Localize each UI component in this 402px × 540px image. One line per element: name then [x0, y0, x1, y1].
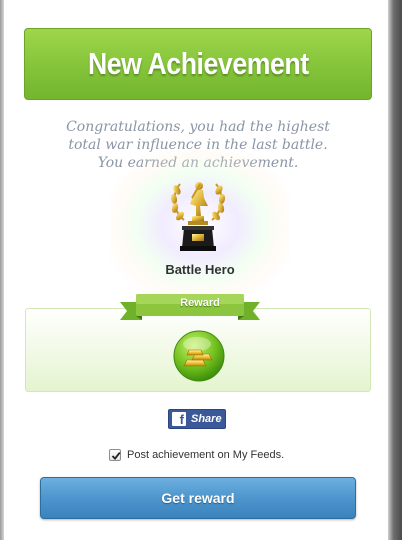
post-feed-label: Post achievement on My Feeds.	[127, 449, 285, 461]
title-banner: New Achievement	[24, 28, 372, 100]
gold-bars-icon	[173, 330, 225, 382]
achievement-name: Battle Hero	[165, 262, 235, 277]
message-line-1: Congratulations, you had the highest	[66, 119, 330, 135]
get-reward-label: Get reward	[161, 490, 235, 506]
window-right-edge	[388, 0, 402, 540]
facebook-share-button[interactable]: f Share	[168, 409, 226, 429]
dialog-title: New Achievement	[87, 46, 309, 81]
checkmark-icon	[111, 452, 121, 460]
post-feed-option: Post achievement on My Feeds.	[109, 448, 284, 462]
reward-ribbon-label: Reward	[180, 297, 220, 309]
facebook-icon: f	[172, 412, 186, 426]
share-label: Share	[191, 413, 222, 425]
trophy-icon	[170, 182, 226, 251]
post-feed-checkbox[interactable]	[109, 449, 121, 461]
get-reward-button[interactable]: Get reward	[40, 477, 356, 519]
